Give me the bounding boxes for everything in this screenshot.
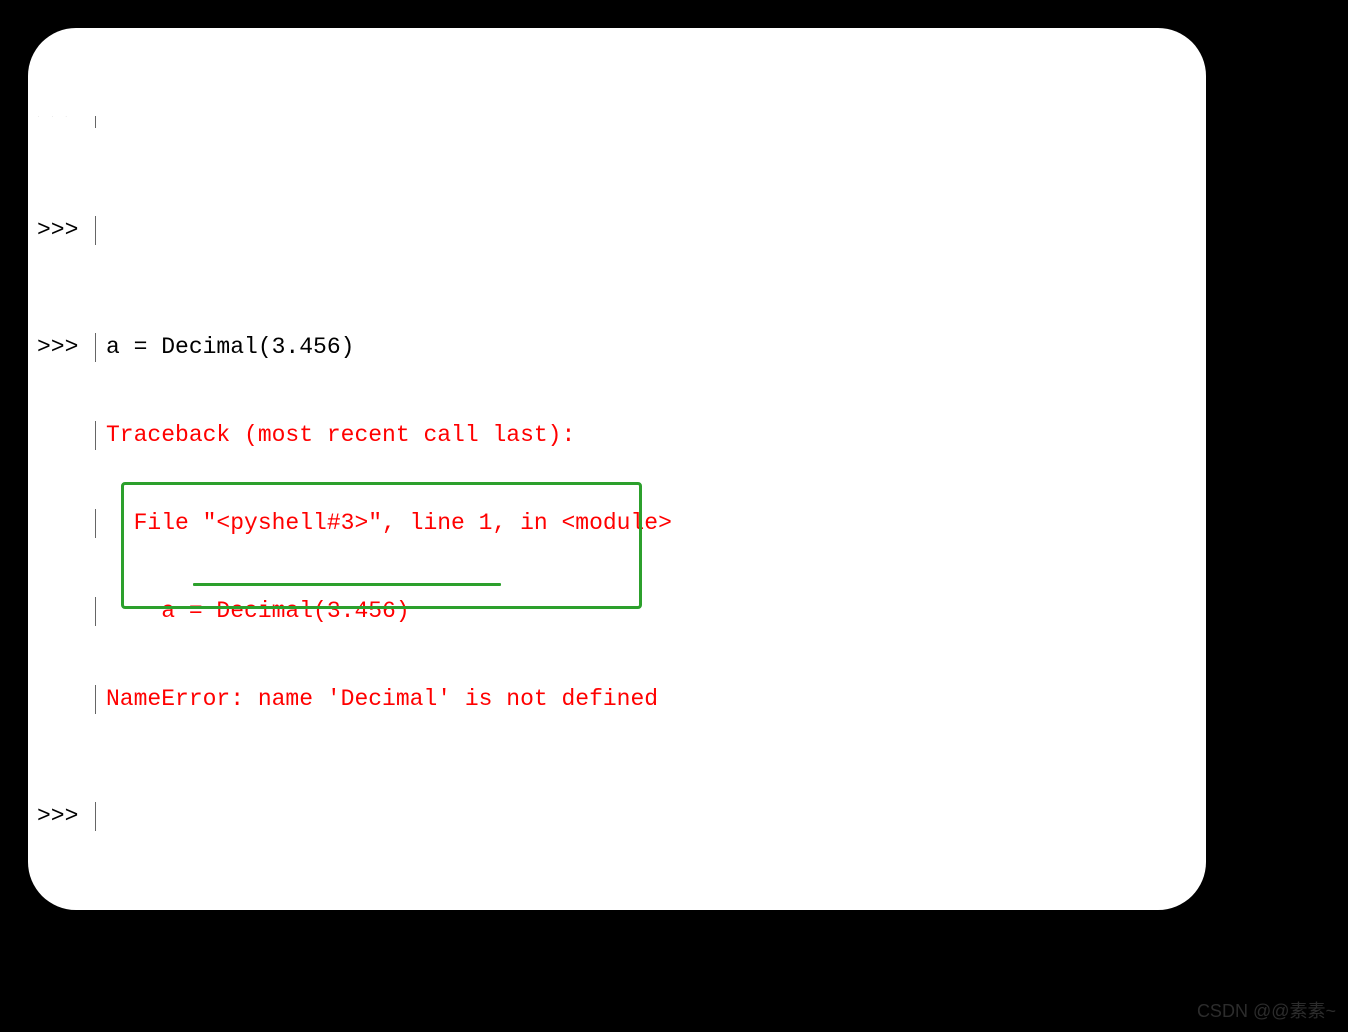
repl-prompt: >>> <box>28 802 96 831</box>
repl-line: a = Decimal(3.456) <box>28 597 1206 626</box>
traceback-line: File "<pyshell#3>", line 1, in <module> <box>96 509 672 538</box>
repl-line: >>> <box>28 802 1206 831</box>
repl-line: File "<pyshell#3>", line 1, in <module> <box>28 509 1206 538</box>
watermark-text: CSDN @@素素~ <box>1197 997 1336 1026</box>
partial-line-top: >>> <box>28 116 1206 128</box>
code-input: a = Decimal(3.456) <box>96 333 354 362</box>
repl-prompt: >>> <box>28 216 96 245</box>
traceback-line: a = Decimal(3.456) <box>96 597 410 626</box>
annotation-highlight-box <box>121 482 642 609</box>
terminal-window: >>> >>> >>>a = Decimal(3.456) Traceback … <box>28 28 1206 910</box>
terminal-content[interactable]: >>> >>> >>>a = Decimal(3.456) Traceback … <box>28 28 1206 910</box>
repl-line: Traceback (most recent call last): <box>28 421 1206 450</box>
repl-line: >>>a = Decimal(3.456) <box>28 333 1206 362</box>
repl-prompt: >>> <box>28 333 96 362</box>
repl-line: NameError: name 'Decimal' is not defined <box>28 685 1206 714</box>
repl-line: >>> <box>28 216 1206 245</box>
annotation-underline <box>193 583 501 586</box>
traceback-line: Traceback (most recent call last): <box>96 421 575 450</box>
error-message: NameError: name 'Decimal' is not defined <box>96 685 658 714</box>
